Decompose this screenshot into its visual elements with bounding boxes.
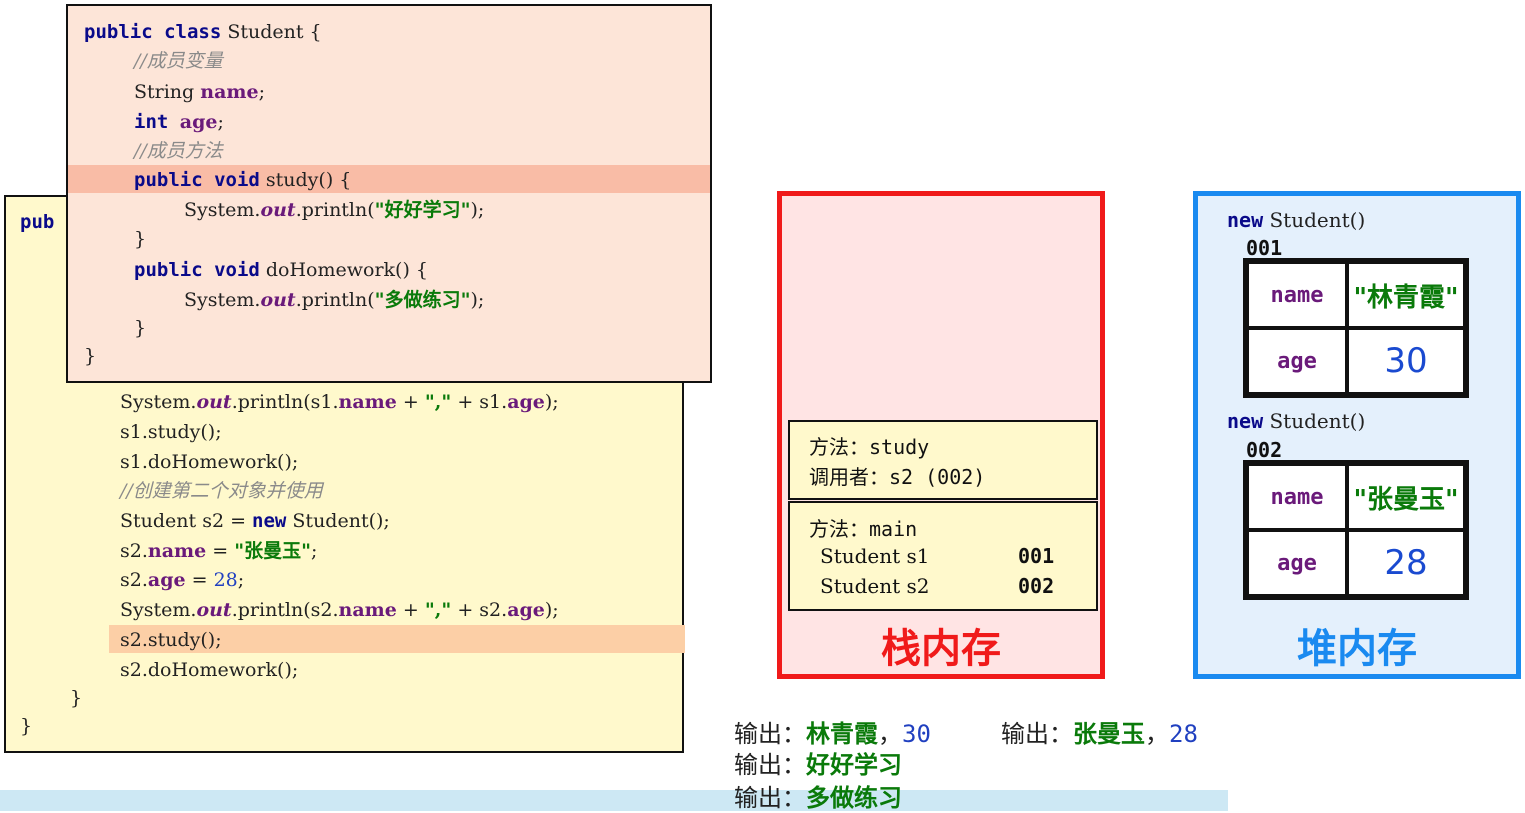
stack-memory: 方法：study 调用者：s2 (002) 方法：main Student s1…: [777, 191, 1105, 679]
field-name-value: "张曼玉": [1347, 464, 1465, 530]
output-line-1: 输出：林青霞，30: [734, 719, 931, 748]
code-line: s1.study();: [120, 421, 222, 443]
code-line: Student s2 = new Student();: [120, 510, 390, 532]
code-line: System.out.println(s1.name + "," + s1.ag…: [120, 391, 559, 413]
code-line: public class Student {: [84, 21, 322, 43]
heap-object-002: name "张曼玉" age 28: [1243, 460, 1469, 600]
code-line: }: [134, 228, 147, 250]
code-line: System.out.println("多做练习");: [184, 289, 485, 311]
code-keyword: pub: [20, 211, 55, 233]
stack-frame-study: 方法：study 调用者：s2 (002): [788, 420, 1098, 500]
code-line: }: [70, 687, 83, 709]
frame-caller-label: 调用者：s2 (002): [809, 465, 986, 489]
output-line-3: 输出：好好学习: [734, 750, 902, 779]
local-var-s1: Student s1: [820, 544, 930, 568]
heap-object-label: new Student(): [1227, 208, 1366, 232]
code-line: s2.age = 28;: [120, 569, 245, 591]
field-name-value: "林青霞": [1347, 262, 1465, 328]
code-line: }: [134, 317, 147, 339]
code-line: s2.name = "张曼玉";: [120, 540, 318, 562]
code-line: int age;: [134, 111, 224, 133]
frame-method-label: 方法：main: [809, 517, 918, 541]
stack-memory-title: 栈内存: [881, 626, 1001, 672]
bottom-band: [0, 790, 1228, 811]
heap-object-address: 001: [1246, 236, 1283, 260]
code-comment: //创建第二个对象并使用: [120, 480, 323, 502]
heap-object-001: name "林青霞" age 30: [1243, 258, 1469, 398]
code-line: s2.doHomework();: [120, 659, 299, 681]
output-line-4: 输出：多做练习: [734, 783, 902, 812]
heap-object-address: 002: [1246, 438, 1283, 462]
code-line: public void doHomework() {: [134, 259, 429, 281]
code-line: System.out.println(s2.name + "," + s2.ag…: [120, 599, 559, 621]
code-comment: //成员变量: [134, 50, 223, 72]
code-line: }: [20, 715, 33, 737]
code-line-current: s2.study();: [120, 629, 222, 651]
field-name-label: name: [1247, 464, 1347, 530]
field-age-value: 30: [1347, 328, 1465, 394]
stack-frame-main: 方法：main Student s1 001 Student s2 002: [788, 501, 1098, 611]
local-var-s2: Student s2: [820, 574, 930, 598]
code-line: String name;: [134, 81, 265, 103]
code-line-current: public void study() {: [134, 169, 352, 191]
heap-memory: new Student() 001 name "林青霞" age 30 new …: [1193, 191, 1521, 679]
frame-method-label: 方法：study: [809, 435, 930, 459]
local-var-s1-value: 001: [1018, 544, 1055, 568]
field-age-label: age: [1247, 530, 1347, 596]
code-line: System.out.println("好好学习");: [184, 199, 485, 221]
student-class-panel: public class Student { //成员变量 String nam…: [66, 4, 712, 383]
field-age-value: 28: [1347, 530, 1465, 596]
output-line-2: 输出：张曼玉，28: [1001, 719, 1198, 748]
heap-memory-title: 堆内存: [1297, 626, 1417, 672]
field-name-label: name: [1247, 262, 1347, 328]
code-comment: //成员方法: [134, 140, 223, 162]
local-var-s2-value: 002: [1018, 574, 1055, 598]
code-line: s1.doHomework();: [120, 451, 299, 473]
heap-object-label: new Student(): [1227, 409, 1366, 433]
code-line: }: [84, 345, 97, 367]
field-age-label: age: [1247, 328, 1347, 394]
